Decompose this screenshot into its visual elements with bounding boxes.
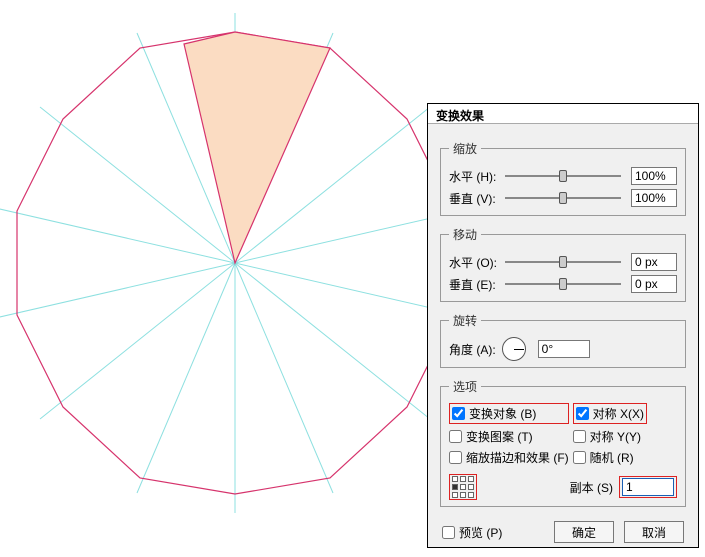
angle-dial[interactable] xyxy=(502,337,526,361)
opt-transform-patterns-chk[interactable] xyxy=(449,430,462,443)
rotate-legend: 旋转 xyxy=(449,312,481,329)
move-v-label: 垂直 (E): xyxy=(449,276,501,293)
opt-reflect-x-label: 对称 X(X) xyxy=(593,405,644,422)
move-legend: 移动 xyxy=(449,226,481,243)
transform-effect-dialog: 变换效果 缩放 水平 (H): 垂直 (V): xyxy=(427,103,699,548)
opt-transform-patterns-label: 变换图案 (T) xyxy=(466,428,533,445)
opt-transform-objects-chk[interactable] xyxy=(452,407,465,420)
scale-h-value[interactable] xyxy=(631,167,677,185)
opt-transform-patterns[interactable]: 变换图案 (T) xyxy=(449,428,569,445)
opt-reflect-x-chk[interactable] xyxy=(576,407,589,420)
move-h-label: 水平 (O): xyxy=(449,254,501,271)
rotate-group: 旋转 角度 (A): xyxy=(440,312,686,368)
copies-input[interactable] xyxy=(622,478,674,496)
options-group: 选项 变换对象 (B) 对称 X(X) 变换图案 (T) xyxy=(440,378,686,507)
reference-point-grid-icon[interactable] xyxy=(452,476,474,498)
scale-h-label: 水平 (H): xyxy=(449,168,501,185)
move-v-slider[interactable] xyxy=(505,277,621,291)
preview-checkbox[interactable]: 预览 (P) xyxy=(442,524,502,541)
scale-h-slider[interactable] xyxy=(505,169,621,183)
opt-scale-strokes[interactable]: 缩放描边和效果 (F) xyxy=(449,449,569,466)
preview-label: 预览 (P) xyxy=(459,524,502,541)
opt-reflect-y[interactable]: 对称 Y(Y) xyxy=(573,428,677,445)
dialog-title: 变换效果 xyxy=(428,104,698,124)
angle-label: 角度 (A): xyxy=(449,341,496,358)
opt-reflect-y-chk[interactable] xyxy=(573,430,586,443)
opt-scale-strokes-chk[interactable] xyxy=(449,451,462,464)
angle-value[interactable] xyxy=(538,340,590,358)
move-group: 移动 水平 (O): 垂直 (E): xyxy=(440,226,686,302)
scale-group: 缩放 水平 (H): 垂直 (V): xyxy=(440,140,686,216)
move-h-slider[interactable] xyxy=(505,255,621,269)
opt-reflect-x[interactable]: 对称 X(X) xyxy=(576,405,644,422)
move-v-value[interactable] xyxy=(631,275,677,293)
scale-v-slider[interactable] xyxy=(505,191,621,205)
opt-transform-objects-label: 变换对象 (B) xyxy=(469,405,536,422)
opt-reflect-y-label: 对称 Y(Y) xyxy=(590,428,641,445)
options-legend: 选项 xyxy=(449,378,481,395)
opt-random-label: 随机 (R) xyxy=(590,449,634,466)
preview-chk[interactable] xyxy=(442,526,455,539)
canvas-preview xyxy=(0,0,440,554)
opt-transform-objects[interactable]: 变换对象 (B) xyxy=(452,405,536,422)
opt-scale-strokes-label: 缩放描边和效果 (F) xyxy=(466,449,569,466)
move-h-value[interactable] xyxy=(631,253,677,271)
scale-legend: 缩放 xyxy=(449,140,481,157)
cancel-button[interactable]: 取消 xyxy=(624,521,684,543)
ok-button[interactable]: 确定 xyxy=(554,521,614,543)
opt-random-chk[interactable] xyxy=(573,451,586,464)
copies-label: 副本 (S) xyxy=(570,479,613,496)
opt-random[interactable]: 随机 (R) xyxy=(573,449,677,466)
scale-v-value[interactable] xyxy=(631,189,677,207)
scale-v-label: 垂直 (V): xyxy=(449,190,501,207)
